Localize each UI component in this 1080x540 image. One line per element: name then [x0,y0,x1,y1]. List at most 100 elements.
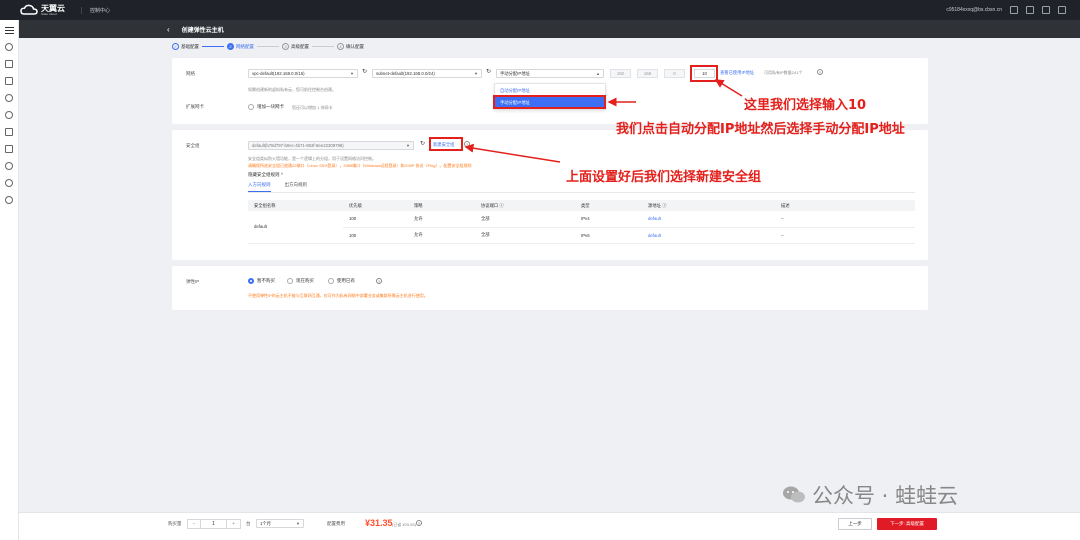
security-group-select[interactable]: default(b78d797-b0ec-4b71-863f-8ee223097… [248,141,414,150]
col-header: 安全组名称 [248,200,343,211]
sidebar-server-icon[interactable] [5,60,13,68]
message-icon[interactable] [1010,6,1018,14]
step-advanced[interactable]: 3 高级配置 [282,43,309,50]
col-header: 优先级 [343,200,408,211]
plus-icon[interactable]: + [227,520,240,528]
minus-icon[interactable]: − [188,520,201,528]
add-nic-label: 增加一块网卡 [257,104,284,109]
table-row: 100 允许 全部 IPv6 default -- [248,227,915,244]
document-icon[interactable] [1026,6,1034,14]
step-label: 高级配置 [291,43,309,49]
security-label: 安全组 [186,143,200,148]
brand-logo[interactable]: 天翼云 State Cloud [20,4,65,16]
eip-warning: 不使用弹性IP的云主机不能与互联网互通，仅可作为私有网络中部署业务或集群所需云主… [248,293,428,298]
help-icon[interactable]: ? [817,69,823,75]
help-icon[interactable]: ? [416,520,422,526]
tab-inbound[interactable]: 入方向规则 [248,182,271,192]
annotation-text-2: 我们点击自动分配IP地址然后选择手动分配IP地址 [616,122,905,137]
unit-label: 台 [246,521,251,526]
quantity-stepper[interactable]: − 1 + [187,519,241,529]
rule-tabs: 入方向规则 出方向规则 [248,182,307,192]
next-step-button[interactable]: 下一步: 高级配置 [877,518,937,530]
col-header: 描述 [775,200,915,211]
console-link[interactable]: 控制中心 [81,6,110,14]
period-select[interactable]: 1个月 ▼ [256,519,304,528]
chevron-down-icon: ▼ [474,71,478,76]
quantity-value[interactable]: 1 [201,520,227,528]
cloud-logo-icon [20,4,38,15]
source-link[interactable]: default [642,227,775,244]
security-hint: 安全组类似防火墙功能，是一个逻辑上的分组，用于设置网络访问控制。 [248,156,376,161]
help-icon[interactable]: ? [464,141,470,147]
eip-option-none[interactable]: 暂不购买 [248,278,275,284]
chevron-down-icon: ▼ [406,143,410,148]
watermark: 公众号 · 蛙蛙云 [782,480,958,510]
table-row: default 100 允许 全部 IPv4 default -- [248,211,915,244]
col-header: 类型 [575,200,642,211]
page-title: 创建弹性云主机 [181,27,224,34]
add-nic-button[interactable]: 增加一块网卡 [248,104,284,110]
eip-option-buy[interactable]: 现在购买 [287,278,314,284]
col-header: 源地址 ⓘ [642,200,775,211]
col-header: 协议端口 ⓘ [475,200,575,211]
ip-mode-value: 手动分配IP地址 [500,70,530,76]
col-header: 策略 [408,200,475,211]
security-group-value: default(b78d797-b0ec-4b71-863f-8ee223097… [252,143,344,148]
sidebar-security-icon[interactable] [5,162,13,170]
back-arrow-icon[interactable]: ‹ [167,25,170,34]
sidebar-monitor-icon[interactable] [5,145,13,153]
sidebar-billing-icon[interactable] [5,179,13,187]
step-confirm[interactable]: 4 确认配置 [337,43,364,50]
sidebar-cloud-icon[interactable] [5,94,13,102]
hamburger-menu-icon[interactable] [4,27,14,34]
chevron-down-icon: ▼ [296,521,300,526]
vpc-value: vpc-default(192.168.0.0/16) [252,71,305,76]
hide-rules-toggle[interactable]: 隐藏安全组规则 ^ [248,172,283,178]
sidebar-network-icon[interactable] [5,111,13,119]
sidebar [0,20,19,540]
sidebar-manage-icon[interactable] [5,196,13,204]
price-label: 配置费用 [327,521,345,526]
settings-icon[interactable] [1042,6,1050,14]
radio-icon [328,278,334,284]
sidebar-storage-icon[interactable] [5,77,13,85]
step-number: 2 [227,43,234,50]
chevron-up-icon: ▲ [596,71,600,76]
tab-outbound[interactable]: 出方向规则 [285,182,308,192]
price-note: (已省 ¥25.65) [392,522,417,527]
eip-label: 弹性IP [186,279,200,284]
refresh-vpc-icon[interactable]: ↻ [362,68,367,75]
ip-mode-select[interactable]: 手动分配IP地址 ▲ [496,69,604,78]
security-rules-table: 安全组名称 优先级 策略 协议端口 ⓘ 类型 源地址 ⓘ 描述 default … [248,200,915,244]
network-label: 网络 [186,71,195,76]
sidebar-database-icon[interactable] [5,128,13,136]
user-email[interactable]: c95184xxxq@bs.cbsn.cn [946,7,1002,13]
sidebar-service-icon[interactable] [5,43,13,51]
wizard-steps: ✓ 基础配置 2 网络配置 3 高级配置 4 确认配置 [172,43,364,50]
plus-circle-icon [248,104,254,110]
vpc-select[interactable]: vpc-default(192.168.0.0/16) ▼ [248,69,358,78]
page-title-bar: ‹ 创建弹性云主机 [19,20,1080,38]
source-link[interactable]: default [642,211,775,228]
step-basic[interactable]: ✓ 基础配置 [172,43,199,50]
annotation-text-1: 这里我们选择输入10 [744,98,867,113]
refresh-security-icon[interactable]: ↻ [420,140,425,147]
vpc-hint: 如需创建新的虚拟私有云，您可前往控制台创建。 [248,87,336,92]
step-done-icon: ✓ [172,43,179,50]
refresh-subnet-icon[interactable]: ↻ [486,68,491,75]
subnet-select[interactable]: subnet-default(192.168.0.0/24) ▼ [372,69,482,78]
check-used-ip-link[interactable]: 查看已使用IP地址 [720,70,754,76]
eip-option-existing[interactable]: 使用已有 [328,278,355,284]
chevron-down-icon: ▼ [350,71,354,76]
period-value: 1个月 [260,520,271,526]
step-network[interactable]: 2 网络配置 [227,43,254,50]
help-icon[interactable]: ? [376,278,382,284]
more-icon[interactable] [1058,6,1066,14]
step-label: 基础配置 [181,43,199,49]
brand-name-en: State Cloud [41,11,57,16]
wechat-icon [783,486,805,503]
annotation-box-dropdown [493,95,606,109]
ext-nic-label: 扩展网卡 [186,104,204,109]
prev-step-button[interactable]: 上一步 [838,518,872,530]
ip-octet-2: 168 [637,69,658,78]
